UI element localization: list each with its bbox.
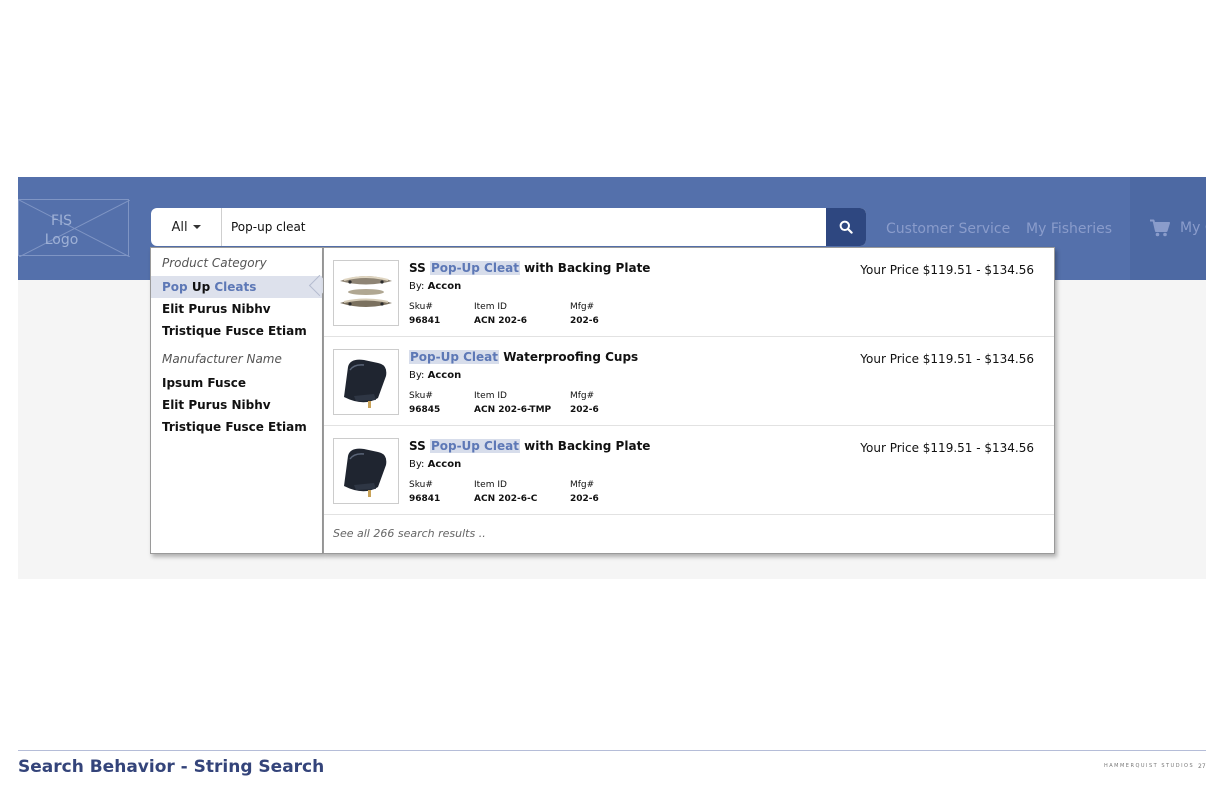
by-label: By:: [409, 459, 425, 470]
item-id-field: Item ID ACN 202-6: [474, 300, 527, 328]
mfg-label: Mfg#: [570, 302, 595, 312]
price: Your Price $119.51 - $134.56: [860, 263, 1034, 277]
product-name[interactable]: Pop-Up Cleat Waterproofing Cups: [409, 350, 638, 364]
suggestion-highlight: Pop: [162, 280, 188, 294]
sku-value: 96845: [409, 405, 441, 415]
item-id-label: Item ID: [474, 302, 507, 312]
cart-icon: [1150, 219, 1170, 237]
mfg-label: Mfg#: [570, 391, 595, 401]
brand-wordmark: HAMMERQUIST STUDIOS: [1104, 763, 1194, 769]
product-brand: By: Accon: [409, 281, 461, 292]
nav-customer-service[interactable]: Customer Service: [886, 221, 1010, 237]
suggestion-category[interactable]: Elit Purus Nibhv: [162, 302, 271, 316]
nav-my-fisheries[interactable]: My Fisheries: [1026, 221, 1112, 237]
search-button[interactable]: [826, 208, 866, 246]
logo-text-line-1: FIS: [50, 213, 73, 229]
logo-text: FIS Logo: [19, 212, 104, 250]
brand-name: Accon: [427, 281, 462, 292]
item-id-value: ACN 202-6: [474, 316, 528, 326]
suggestion-highlight: Cleats: [214, 280, 257, 294]
product-brand: By: Accon: [409, 370, 461, 381]
product-name-match: Pop-Up Cleat: [409, 350, 500, 364]
product-thumbnail[interactable]: [333, 349, 399, 415]
item-id-value: ACN 202-6-TMP: [474, 405, 552, 415]
logo-placeholder[interactable]: FIS Logo: [18, 199, 130, 257]
product-name[interactable]: SS Pop-Up Cleat with Backing Plate: [409, 439, 650, 453]
item-id-field: Item ID ACN 202-6-C: [474, 478, 537, 506]
mfg-value: 202-6: [570, 405, 599, 415]
product-thumbnail[interactable]: [333, 260, 399, 326]
page-number: 27: [1198, 763, 1206, 770]
product-name[interactable]: SS Pop-Up Cleat with Backing Plate: [409, 261, 650, 275]
account-label: My C: [1180, 220, 1206, 236]
product-name-suffix: with Backing Plate: [524, 439, 651, 453]
search-icon: [839, 220, 853, 234]
item-id-field: Item ID ACN 202-6-TMP: [474, 389, 551, 417]
suggestion-text: Up: [191, 280, 211, 294]
results-panel: SS Pop-Up Cleat with Backing Plate By: A…: [323, 247, 1055, 554]
result-item[interactable]: SS Pop-Up Cleat with Backing Plate By: A…: [324, 426, 1054, 515]
sku-label: Sku#: [409, 480, 433, 490]
product-name-match: Pop-Up Cleat: [429, 439, 520, 453]
search-scope-label: All: [171, 219, 188, 235]
suggestion-manufacturer[interactable]: Elit Purus Nibhv: [162, 398, 271, 412]
slide-title: Search Behavior - String Search: [18, 757, 325, 777]
product-name-suffix: Waterproofing Cups: [503, 350, 639, 364]
brand-name: Accon: [427, 370, 462, 381]
price: Your Price $119.51 - $134.56: [860, 352, 1034, 366]
item-id-label: Item ID: [474, 391, 507, 401]
item-id-value: ACN 202-6-C: [474, 494, 538, 504]
product-name-prefix: SS: [409, 439, 426, 453]
caret-down-icon: [192, 225, 201, 229]
suggestions-panel: Product Category Pop Up Cleats Elit Puru…: [150, 247, 323, 554]
suggestion-pop-up-cleats[interactable]: Pop Up Cleats: [162, 280, 256, 294]
search-bar: All: [151, 208, 866, 246]
mfg-field: Mfg# 202-6: [570, 478, 599, 506]
sku-value: 96841: [409, 494, 441, 504]
brand-name: Accon: [427, 459, 462, 470]
product-name-prefix: SS: [409, 261, 426, 275]
price: Your Price $119.51 - $134.56: [860, 441, 1034, 455]
suggestion-manufacturer[interactable]: Tristique Fusce Etiam: [162, 420, 307, 434]
suggestion-category[interactable]: Tristique Fusce Etiam: [162, 324, 307, 338]
cup-image: [344, 359, 387, 408]
footer-divider: [18, 750, 1206, 751]
mfg-label: Mfg#: [570, 480, 595, 490]
product-name-suffix: with Backing Plate: [524, 261, 651, 275]
mfg-field: Mfg# 202-6: [570, 389, 599, 417]
manufacturer-heading: Manufacturer Name: [162, 352, 282, 366]
product-name-match: Pop-Up Cleat: [429, 261, 520, 275]
suggestion-manufacturer[interactable]: Ipsum Fusce: [162, 376, 246, 390]
by-label: By:: [409, 370, 425, 381]
category-heading: Product Category: [162, 256, 267, 270]
cleat-image: [340, 276, 392, 307]
search-scope-dropdown[interactable]: All: [151, 208, 222, 246]
sku-label: Sku#: [409, 391, 433, 401]
mfg-field: Mfg# 202-6: [570, 300, 599, 328]
logo-text-line-2: Logo: [44, 232, 79, 248]
product-thumbnail[interactable]: [333, 438, 399, 504]
cup-image: [344, 448, 387, 497]
result-item[interactable]: Pop-Up Cleat Waterproofing Cups By: Acco…: [324, 337, 1054, 426]
see-all-results-link[interactable]: See all 266 search results ..: [333, 527, 486, 540]
product-brand: By: Accon: [409, 459, 461, 470]
sku-field: Sku# 96841: [409, 300, 440, 328]
sku-label: Sku#: [409, 302, 433, 312]
mfg-value: 202-6: [570, 494, 599, 504]
item-id-label: Item ID: [474, 480, 507, 490]
sku-field: Sku# 96845: [409, 389, 440, 417]
account-cart[interactable]: My C: [1130, 177, 1206, 280]
mfg-value: 202-6: [570, 316, 599, 326]
sku-field: Sku# 96841: [409, 478, 440, 506]
by-label: By:: [409, 281, 425, 292]
sku-value: 96841: [409, 316, 441, 326]
result-item[interactable]: SS Pop-Up Cleat with Backing Plate By: A…: [324, 248, 1054, 337]
search-input[interactable]: [222, 208, 827, 246]
brand-text: HAMMERQUIST STUDIOS: [1104, 763, 1195, 769]
